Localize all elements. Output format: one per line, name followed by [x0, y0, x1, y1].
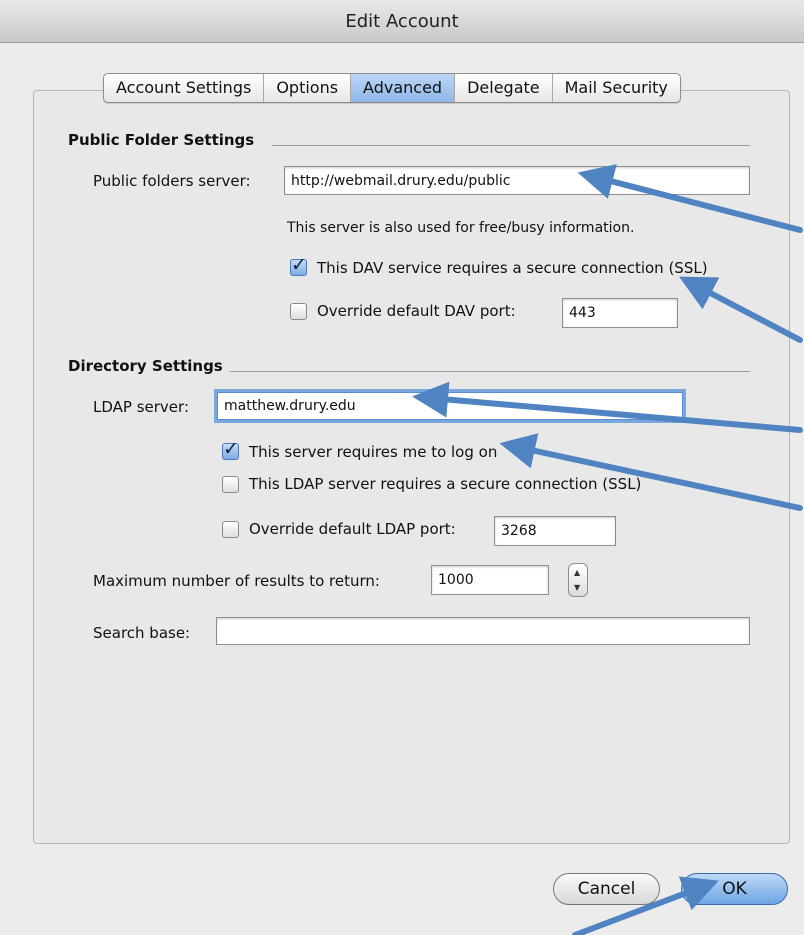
arrow-down-icon: ▼ — [574, 583, 581, 592]
ok-button[interactable]: OK — [681, 873, 788, 905]
ldap-port-input[interactable]: 3268 — [494, 516, 616, 546]
tab-mail-security[interactable]: Mail Security — [553, 74, 680, 102]
ldap-logon-checkbox[interactable]: ✓ — [222, 438, 239, 460]
window-titlebar: Edit Account — [0, 0, 804, 43]
override-ldap-port-label: Override default LDAP port: — [249, 520, 456, 538]
section-divider — [230, 371, 750, 372]
max-results-input[interactable]: 1000 — [431, 565, 549, 595]
ldap-server-input[interactable]: matthew.drury.edu — [217, 392, 683, 420]
search-base-label: Search base: — [93, 624, 191, 642]
ldap-ssl-label: This LDAP server requires a secure conne… — [249, 475, 642, 493]
ldap-ssl-checkbox[interactable] — [222, 476, 239, 493]
public-folders-server-label: Public folders server: — [93, 172, 251, 190]
tab-bar: Account Settings Options Advanced Delega… — [103, 73, 681, 103]
free-busy-note: This server is also used for free/busy i… — [287, 220, 635, 236]
checkmark-icon: ✓ — [291, 254, 307, 276]
window-title: Edit Account — [345, 10, 459, 32]
public-folders-server-input[interactable]: http://webmail.drury.edu/public — [284, 166, 750, 195]
checkmark-icon: ✓ — [223, 438, 239, 460]
max-results-stepper[interactable]: ▲ ▼ — [568, 563, 588, 597]
section-divider — [272, 145, 750, 146]
tab-delegate[interactable]: Delegate — [455, 74, 553, 102]
override-dav-port-checkbox[interactable] — [290, 303, 307, 320]
directory-heading: Directory Settings — [68, 357, 223, 375]
dav-ssl-label: This DAV service requires a secure conne… — [317, 259, 708, 277]
settings-panel — [33, 90, 790, 844]
tab-advanced[interactable]: Advanced — [351, 74, 456, 102]
override-ldap-port-checkbox[interactable] — [222, 521, 239, 538]
cancel-button[interactable]: Cancel — [553, 873, 660, 905]
public-folder-heading: Public Folder Settings — [68, 131, 255, 149]
max-results-label: Maximum number of results to return: — [93, 572, 380, 590]
dav-port-input[interactable]: 443 — [562, 298, 678, 328]
dav-ssl-checkbox[interactable]: ✓ — [290, 254, 307, 276]
tab-account-settings[interactable]: Account Settings — [104, 74, 265, 102]
ldap-server-label: LDAP server: — [93, 398, 189, 416]
tab-options[interactable]: Options — [264, 74, 352, 102]
ldap-logon-label: This server requires me to log on — [249, 443, 498, 461]
arrow-up-icon: ▲ — [574, 568, 581, 577]
override-dav-port-label: Override default DAV port: — [317, 302, 516, 320]
search-base-input[interactable] — [216, 617, 750, 645]
